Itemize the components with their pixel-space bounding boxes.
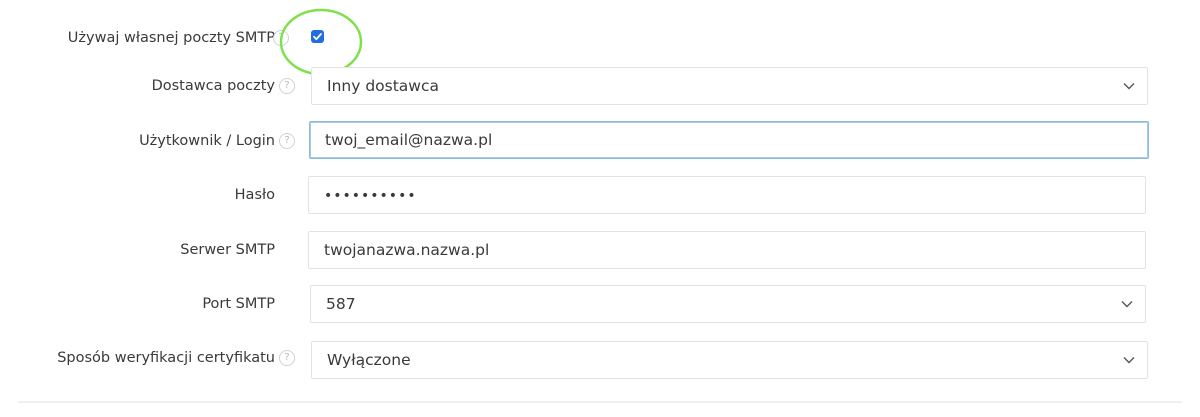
user-input[interactable]: twoj_email@nazwa.pl	[309, 121, 1149, 159]
chevron-down-icon	[1121, 286, 1135, 322]
chevron-down-icon	[1123, 342, 1137, 378]
password-input[interactable]: ••••••••••	[308, 176, 1146, 214]
server-input[interactable]: twojanazwa.nazwa.pl	[308, 231, 1146, 269]
server-value: twojanazwa.nazwa.pl	[324, 241, 490, 259]
cert-select[interactable]: Wyłączone	[311, 341, 1148, 379]
port-value: 587	[326, 295, 356, 313]
chevron-down-icon	[1123, 68, 1137, 104]
cert-label: Sposób weryfikacji certyfikatu	[57, 350, 275, 366]
user-label: Użytkownik / Login	[139, 133, 275, 149]
help-icon[interactable]: ?	[279, 78, 295, 94]
port-label: Port SMTP	[202, 296, 275, 312]
provider-label: Dostawca poczty	[151, 78, 275, 94]
provider-select[interactable]: Inny dostawca	[311, 67, 1148, 105]
smtp-settings-form: Używaj własnej poczty SMTP ? Dostawca po…	[0, 0, 1200, 417]
use-own-smtp-checkbox[interactable]	[311, 30, 324, 43]
port-select[interactable]: 587	[310, 285, 1146, 323]
help-icon[interactable]: ?	[273, 30, 289, 46]
use-own-smtp-label: Używaj własnej poczty SMTP	[67, 30, 275, 46]
divider	[18, 401, 1182, 403]
checkmark-icon	[313, 33, 322, 41]
help-icon[interactable]: ?	[279, 133, 295, 149]
server-label: Serwer SMTP	[180, 242, 275, 258]
password-label: Hasło	[234, 187, 275, 203]
password-value: ••••••••••	[324, 188, 417, 204]
user-value: twoj_email@nazwa.pl	[325, 131, 493, 149]
cert-value: Wyłączone	[327, 351, 411, 369]
help-icon[interactable]: ?	[279, 350, 295, 366]
provider-value: Inny dostawca	[327, 77, 439, 95]
